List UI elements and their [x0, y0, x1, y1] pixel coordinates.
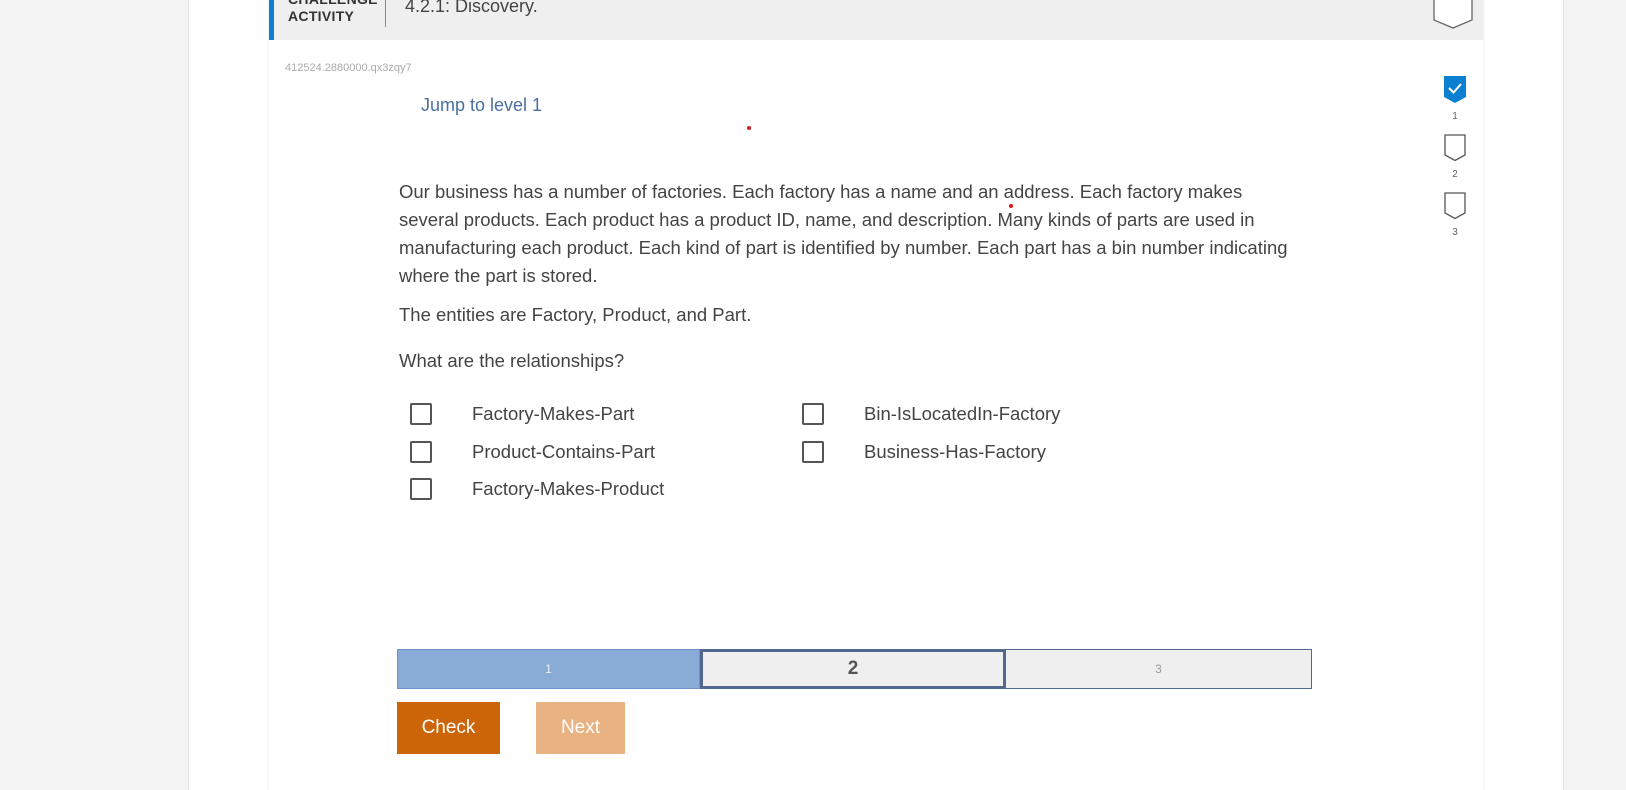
activity-type-line1: CHALLENGE	[288, 0, 378, 8]
progress-segment-1[interactable]: 1	[397, 649, 700, 689]
activity-id: 412524.2880000.qx3zqy7	[285, 62, 412, 74]
level-incomplete-icon	[1444, 192, 1466, 220]
checkbox[interactable]	[410, 403, 432, 425]
problem-description: Our business has a number of factories. …	[399, 181, 1288, 286]
checkbox[interactable]	[802, 403, 824, 425]
checkbox[interactable]	[410, 478, 432, 500]
option-label: Factory-Makes-Product	[472, 478, 665, 499]
cursor-marker	[747, 126, 751, 130]
checkbox[interactable]	[410, 441, 432, 463]
level-number: 3	[1452, 227, 1458, 238]
option-label: Factory-Makes-Part	[472, 403, 635, 424]
check-button[interactable]: Check	[397, 702, 500, 754]
level-3[interactable]: 3	[1435, 192, 1475, 250]
activity-header: CHALLENGE ACTIVITY 4.2.1: Discovery.	[269, 0, 1483, 40]
level-number: 1	[1452, 111, 1458, 122]
option-bin-islocatedin-factory[interactable]: Bin-IsLocatedIn-Factory	[802, 401, 1060, 427]
next-button[interactable]: Next	[536, 702, 625, 754]
option-business-has-factory[interactable]: Business-Has-Factory	[802, 439, 1046, 465]
checkbox[interactable]	[802, 441, 824, 463]
question-text: What are the relationships?	[399, 350, 625, 371]
header-divider	[385, 0, 386, 27]
option-label: Business-Has-Factory	[864, 441, 1046, 462]
challenge-activity-card: CHALLENGE ACTIVITY 4.2.1: Discovery. 412…	[269, 0, 1483, 790]
level-incomplete-icon	[1444, 134, 1466, 162]
completion-badge-icon	[1433, 0, 1473, 32]
level-1[interactable]: 1	[1435, 76, 1475, 134]
level-indicator: 1 2 3	[1435, 76, 1475, 250]
activity-type-line2: ACTIVITY	[288, 8, 355, 24]
option-label: Product-Contains-Part	[472, 441, 656, 462]
option-factory-makes-part[interactable]: Factory-Makes-Part	[410, 401, 634, 427]
page-column: CHALLENGE ACTIVITY 4.2.1: Discovery. 412…	[188, 0, 1564, 790]
option-product-contains-part[interactable]: Product-Contains-Part	[410, 439, 655, 465]
activity-title: 4.2.1: Discovery.	[405, 0, 538, 16]
option-label: Bin-IsLocatedIn-Factory	[864, 403, 1061, 424]
progress-segment-2[interactable]: 2	[700, 649, 1006, 689]
level-completed-check-icon	[1444, 76, 1466, 103]
level-number: 2	[1452, 169, 1458, 180]
entities-statement: The entities are Factory, Product, and P…	[399, 304, 752, 325]
option-factory-makes-product[interactable]: Factory-Makes-Product	[410, 476, 664, 502]
level-2[interactable]: 2	[1435, 134, 1475, 192]
level-progress-bar: 1 2 3	[397, 649, 1312, 689]
activity-type-label: CHALLENGE ACTIVITY	[288, 0, 378, 25]
jump-to-level-link[interactable]: Jump to level 1	[421, 95, 542, 116]
progress-segment-3[interactable]: 3	[1006, 649, 1312, 689]
